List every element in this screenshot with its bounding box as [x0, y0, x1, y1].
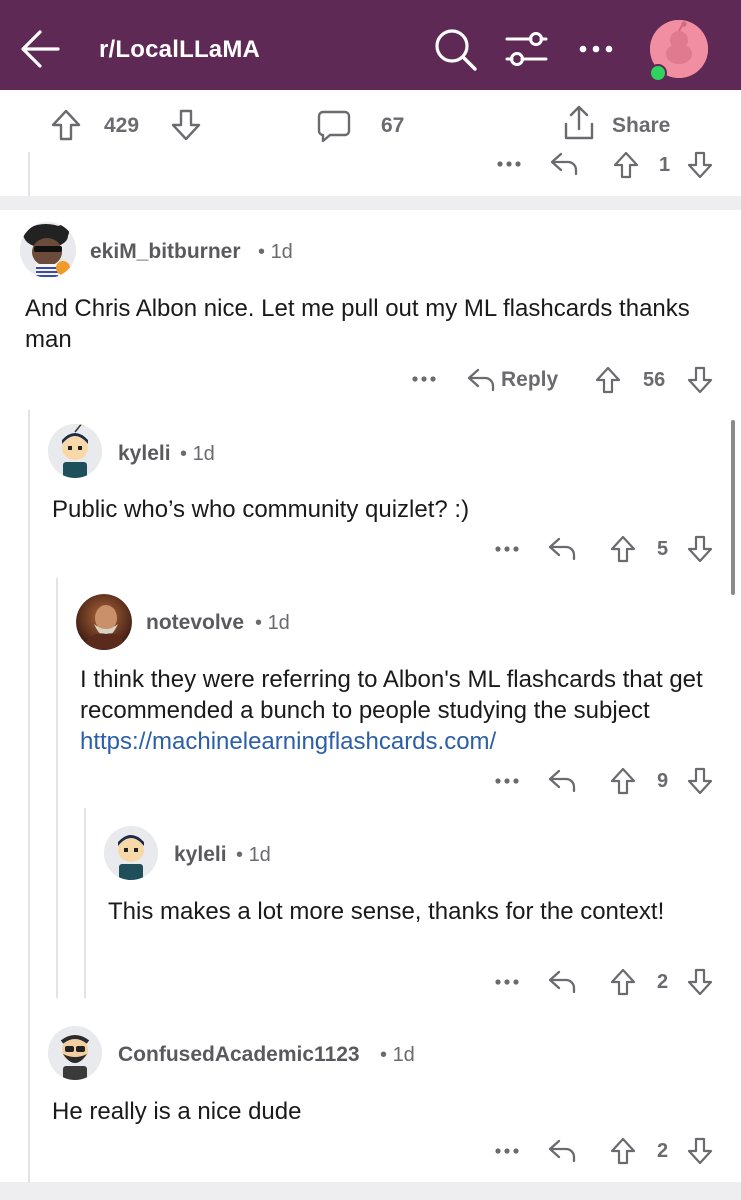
comment-age-value: 1d [248, 844, 271, 866]
thread-line [56, 578, 58, 998]
comment-age: • 1d [255, 612, 290, 635]
comment-score: 2 [657, 971, 669, 993]
search-icon[interactable] [432, 26, 480, 74]
avatar[interactable] [48, 1026, 102, 1080]
more-options-icon[interactable] [494, 543, 520, 555]
downvote-icon[interactable] [686, 766, 714, 796]
more-options-icon[interactable] [494, 775, 520, 787]
downvote-icon[interactable] [170, 108, 202, 142]
comment-body: He really is a nice dude [52, 1098, 302, 1125]
meta-separator: • [255, 612, 268, 634]
section-separator [0, 196, 741, 210]
app-header: r/LocalLLaMA [0, 0, 741, 90]
reply-icon[interactable] [547, 535, 577, 561]
meta-separator: • [380, 1044, 393, 1066]
comment-author[interactable]: notevolve [146, 611, 244, 635]
comment-link[interactable]: https://machinelearningflashcards.com/ [80, 728, 496, 755]
arrow-left-icon[interactable] [18, 26, 64, 72]
comment-score: 1 [659, 154, 671, 176]
comment-age-value: 1d [270, 241, 293, 263]
comment-score: 56 [643, 369, 666, 391]
downvote-icon[interactable] [686, 365, 714, 395]
comment-age: • 1d [380, 1044, 415, 1067]
comment-score: 5 [657, 538, 669, 560]
comment-age-value: 1d [392, 1044, 415, 1066]
reply-icon[interactable] [466, 366, 496, 392]
post-comment-count: 67 [381, 114, 405, 137]
upvote-icon[interactable] [609, 766, 637, 796]
online-status-indicator [649, 64, 667, 82]
comment-body: This makes a lot more sense, thanks for … [108, 898, 665, 925]
comment-text: I think they were referring to Albon's M… [80, 666, 703, 724]
reply-icon[interactable] [547, 968, 577, 994]
subreddit-title[interactable]: r/LocalLLaMA [99, 36, 260, 64]
comment-age: • 1d [236, 844, 271, 867]
comment-author[interactable]: ConfusedAcademic1123 [118, 1043, 360, 1067]
sliders-icon[interactable] [503, 26, 549, 72]
comment-body: I think they were referring to Albon's M… [80, 664, 720, 757]
author-name[interactable]: kyleli [174, 843, 227, 866]
meta-separator: • [180, 443, 193, 465]
downvote-icon[interactable] [686, 967, 714, 997]
meta-separator: • [258, 241, 271, 263]
author-name[interactable]: ekiM_bitburner [90, 240, 241, 263]
author-name[interactable]: ConfusedAcademic1123 [118, 1043, 360, 1066]
comment-age-value: 1d [192, 443, 215, 465]
upvote-icon[interactable] [609, 967, 637, 997]
post-vote-count: 429 [104, 114, 140, 137]
more-options-icon[interactable] [494, 1145, 520, 1157]
more-options-icon[interactable] [496, 158, 522, 170]
comment-age-value: 1d [267, 612, 290, 634]
avatar[interactable] [76, 594, 132, 650]
downvote-icon[interactable] [686, 150, 714, 180]
author-name[interactable]: notevolve [146, 611, 244, 634]
upvote-icon[interactable] [594, 365, 622, 395]
more-options-icon[interactable] [494, 976, 520, 988]
avatar[interactable] [48, 424, 102, 478]
comment-score: 9 [657, 770, 669, 792]
section-separator [0, 1182, 741, 1200]
more-horizontal-icon[interactable] [578, 26, 614, 72]
upvote-icon[interactable] [609, 534, 637, 564]
comment-body: Public who’s who community quizlet? :) [52, 496, 470, 523]
avatar[interactable] [20, 222, 76, 278]
comment-score: 2 [657, 1140, 669, 1162]
meta-separator: • [236, 844, 249, 866]
reply-button[interactable]: Reply [501, 368, 558, 392]
share-icon[interactable] [561, 104, 597, 142]
thread-line [28, 152, 30, 196]
thread-line [28, 410, 30, 1182]
thread-line [84, 808, 86, 998]
author-name[interactable]: kyleli [118, 442, 171, 465]
share-label[interactable]: Share [612, 114, 670, 138]
comment-age: • 1d [258, 241, 293, 264]
reply-icon[interactable] [547, 767, 577, 793]
comment-bubble-icon[interactable] [316, 108, 352, 144]
reply-icon[interactable] [549, 150, 579, 176]
more-options-icon[interactable] [411, 373, 437, 385]
downvote-icon[interactable] [686, 1136, 714, 1166]
comment-body: And Chris Albon nice. Let me pull out my… [25, 295, 690, 353]
avatar[interactable] [104, 826, 158, 880]
downvote-icon[interactable] [686, 534, 714, 564]
comment-age: • 1d [180, 443, 215, 466]
post-action-bar: 429 67 Share 1 [0, 90, 741, 196]
upvote-icon[interactable] [50, 108, 82, 142]
comment-author[interactable]: ekiM_bitburner [90, 240, 241, 264]
reply-icon[interactable] [547, 1137, 577, 1163]
upvote-icon[interactable] [609, 1136, 637, 1166]
comment-author[interactable]: kyleli [118, 442, 171, 466]
comment-author[interactable]: kyleli [174, 843, 227, 867]
upvote-icon[interactable] [612, 150, 640, 180]
scrollbar[interactable] [731, 420, 735, 595]
